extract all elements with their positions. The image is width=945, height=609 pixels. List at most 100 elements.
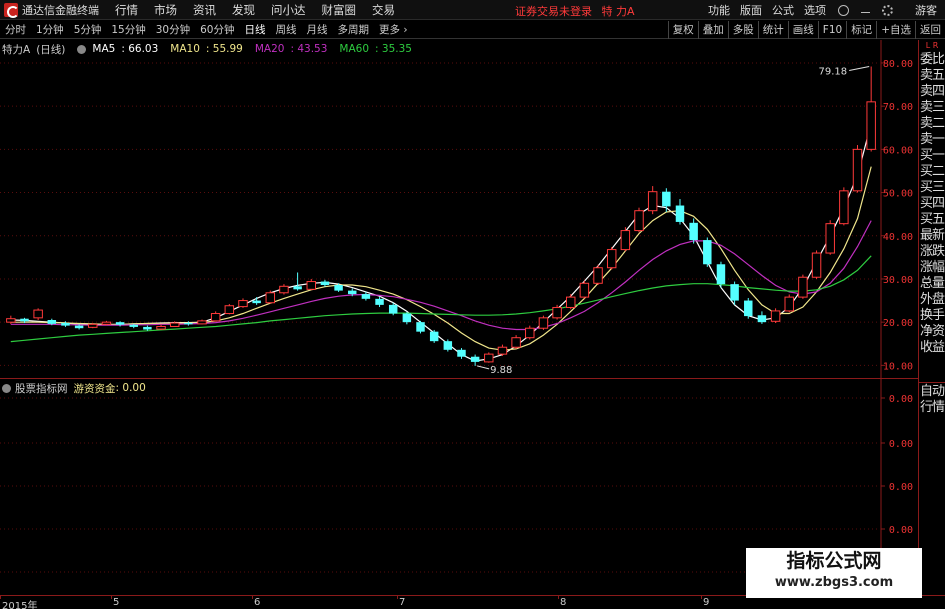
candle-body-down — [744, 300, 753, 317]
minimize-icon[interactable] — [861, 11, 870, 13]
settings-icon[interactable] — [882, 4, 893, 16]
sidebar-label: 卖一 — [919, 132, 945, 147]
candle-body-down — [74, 325, 84, 329]
login-status[interactable]: 证券交易未登录 特 力A — [515, 3, 635, 19]
indicator-tick-label: 0.00 — [889, 525, 913, 536]
candle — [770, 308, 781, 324]
sidebar-auto-quote[interactable]: 自动 行情 — [919, 384, 945, 416]
candle-body-down — [334, 285, 343, 291]
indicator-source: 股票指标网 — [15, 382, 68, 395]
candle-body-up — [279, 285, 289, 294]
title-menu-bar: 通达信金融终端 行情 市场 资讯 发现 问小达 财富圈 交易 证券交易未登录 特… — [0, 0, 945, 20]
adjust-button[interactable]: 复权 — [667, 21, 698, 39]
menu-market[interactable]: 市场 — [154, 2, 177, 18]
candle — [538, 315, 549, 330]
sidebar-lr-toggle[interactable]: L R — [919, 42, 945, 50]
period-daily[interactable]: 日线 — [240, 22, 271, 37]
candle-body-down — [470, 356, 480, 362]
period-multi[interactable]: 多周期 — [333, 22, 375, 37]
candle-body-up — [770, 310, 781, 322]
period-monthly[interactable]: 月线 — [302, 22, 333, 37]
candle-body-up — [866, 101, 876, 150]
candle — [703, 237, 712, 267]
back-button[interactable]: 返回 — [915, 21, 945, 39]
period-more-label: 更多 — [379, 24, 400, 36]
lr-right: R — [932, 41, 939, 50]
menu-quotes[interactable]: 行情 — [115, 2, 138, 18]
candle-body-up — [606, 249, 617, 269]
sidebar-label: 涨幅 — [919, 260, 945, 275]
candle — [852, 145, 863, 193]
sidebar-auto-label: 自动 — [919, 384, 945, 399]
period-5min[interactable]: 5分钟 — [69, 22, 107, 37]
f10-button[interactable]: F10 — [817, 21, 846, 39]
candle — [443, 339, 453, 352]
candle — [593, 264, 603, 286]
indicator-settings-icon[interactable] — [2, 383, 11, 393]
stock-name-title: 特 力A — [601, 5, 635, 18]
candle-body-down — [348, 290, 357, 295]
candle — [579, 280, 590, 299]
add-watchlist-button[interactable]: +自选 — [876, 21, 915, 39]
legend-settings-icon[interactable] — [77, 44, 87, 54]
period-60min[interactable]: 60分钟 — [195, 22, 239, 37]
statistics-button[interactable]: 统计 — [757, 21, 788, 39]
candle-body-down — [402, 313, 412, 323]
candle-body-down — [361, 294, 371, 299]
period-30min[interactable]: 30分钟 — [151, 22, 195, 37]
candle-body-down — [388, 304, 398, 314]
sidebar-label: 买四 — [919, 196, 945, 211]
stock-name: 特力A — [2, 43, 31, 56]
candle-body-up — [497, 346, 508, 355]
menu-wealth[interactable]: 财富圈 — [322, 2, 357, 18]
chevron-right-icon: › — [403, 24, 408, 36]
period-more[interactable]: 更多 › — [374, 22, 413, 37]
sidebar-label: 买五 — [919, 212, 945, 227]
period-toolbar: 分时 1分钟 5分钟 15分钟 30分钟 60分钟 日线 周线 月线 多周期 更… — [0, 21, 945, 39]
overlay-button[interactable]: 叠加 — [697, 21, 728, 39]
draw-line-button[interactable]: 画线 — [787, 21, 818, 39]
sidebar-label: 卖三 — [919, 100, 945, 115]
candle-body-up — [6, 318, 16, 323]
candle — [784, 294, 794, 313]
app-title: 通达信金融终端 — [22, 3, 99, 17]
kline-chart[interactable]: 80.00 70.00 60.00 50.00 40.00 30.00 20.00 10.00… — [0, 40, 918, 378]
candle — [744, 297, 753, 319]
menu-ask[interactable]: 问小达 — [271, 2, 306, 18]
period-1min[interactable]: 1分钟 — [31, 22, 69, 37]
menu-news[interactable]: 资讯 — [193, 2, 216, 18]
login-status-text: 证券交易未登录 — [515, 5, 592, 18]
user-name[interactable]: 游客 — [915, 2, 937, 18]
period-15min[interactable]: 15分钟 — [106, 22, 150, 37]
period-intraday[interactable]: 分时 — [0, 22, 31, 37]
candle — [429, 329, 439, 343]
menu-formula[interactable]: 公式 — [772, 2, 794, 18]
low-price-label: 9.88 — [490, 365, 512, 376]
time-tick-label: 5 — [113, 597, 120, 608]
candle-body-down — [716, 264, 726, 285]
time-tick-mark — [0, 596, 1, 599]
multi-stock-button[interactable]: 多股 — [727, 21, 758, 39]
menu-trade[interactable]: 交易 — [372, 2, 395, 18]
candle-body-up — [265, 292, 276, 304]
candle — [33, 308, 43, 320]
candle-body-up — [169, 322, 180, 327]
help-icon[interactable] — [838, 4, 849, 16]
menu-options[interactable]: 选项 — [804, 2, 826, 18]
menu-function[interactable]: 功能 — [708, 2, 730, 18]
sidebar-divider — [919, 382, 945, 383]
toolbar-right: 复权 叠加 多股 统计 画线 F10 标记 +自选 返回 — [667, 21, 945, 39]
period-weekly[interactable]: 周线 — [271, 22, 302, 37]
candle — [620, 227, 631, 252]
price-tick-label: 10.00 — [883, 361, 913, 372]
candle — [798, 274, 808, 299]
candle — [552, 304, 562, 320]
mark-button[interactable]: 标记 — [846, 21, 876, 39]
lr-left: L — [925, 41, 931, 50]
menu-layout[interactable]: 版面 — [740, 2, 762, 18]
candle — [484, 352, 494, 363]
candle-body-up — [210, 313, 221, 322]
menu-discover[interactable]: 发现 — [232, 2, 255, 18]
candle-body-down — [757, 315, 767, 323]
candle-body-up — [852, 148, 863, 192]
